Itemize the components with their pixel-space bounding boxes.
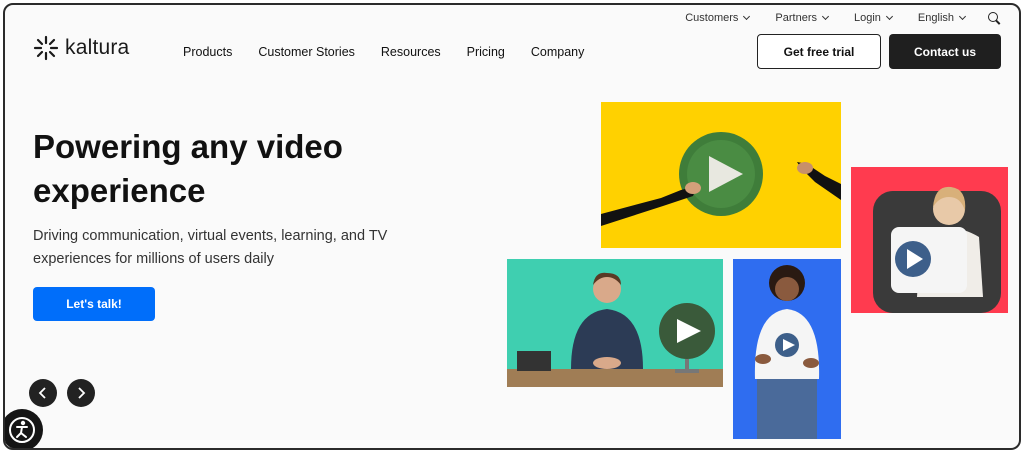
brand-name: kaltura [65, 36, 130, 59]
hero-image-blue [733, 259, 841, 439]
lets-talk-button[interactable]: Let's talk! [33, 287, 155, 321]
utility-item-customers[interactable]: Customers [685, 12, 751, 24]
chevron-right-icon [78, 387, 86, 399]
nav-item-company[interactable]: Company [531, 45, 585, 59]
kaltura-logo-icon [33, 35, 59, 61]
get-free-trial-button[interactable]: Get free trial [757, 34, 881, 69]
chevron-down-icon [821, 12, 830, 21]
hero-title: Powering any video experience [33, 128, 343, 209]
carousel-prev-button[interactable] [29, 379, 57, 407]
chevron-left-icon [38, 387, 46, 399]
accessibility-button[interactable] [5, 409, 43, 448]
utility-item-label: Login [854, 12, 881, 24]
hero-image-yellow [601, 102, 841, 248]
search-icon[interactable] [987, 11, 1001, 25]
hero-subtitle: Driving communication, virtual events, l… [33, 228, 388, 267]
brand-logo[interactable]: kaltura [33, 35, 129, 61]
chevron-down-icon [885, 12, 893, 21]
main-nav: Products Customer Stories Resources Pric… [183, 45, 584, 59]
chevron-down-icon [958, 12, 967, 21]
browser-frame: Customers Partners Login English kaltura… [3, 3, 1021, 450]
chevron-down-icon [743, 12, 751, 21]
hero-image-red [851, 167, 1008, 313]
utility-item-label: Partners [775, 12, 817, 24]
language-label: English [917, 12, 954, 24]
nav-item-customer-stories[interactable]: Customer Stories [258, 45, 355, 59]
language-selector[interactable]: English [917, 12, 967, 24]
accessibility-icon [9, 417, 35, 443]
utility-item-login[interactable]: Login [854, 12, 893, 24]
nav-item-resources[interactable]: Resources [381, 45, 441, 59]
nav-item-products[interactable]: Products [183, 45, 232, 59]
nav-item-pricing[interactable]: Pricing [467, 45, 505, 59]
utility-item-label: Customers [685, 12, 739, 24]
carousel-next-button[interactable] [67, 379, 95, 407]
contact-us-button[interactable]: Contact us [889, 34, 1001, 69]
utility-item-partners[interactable]: Partners [775, 12, 830, 24]
utility-nav: Customers Partners Login English [685, 11, 1001, 25]
hero-image-teal [507, 259, 723, 387]
